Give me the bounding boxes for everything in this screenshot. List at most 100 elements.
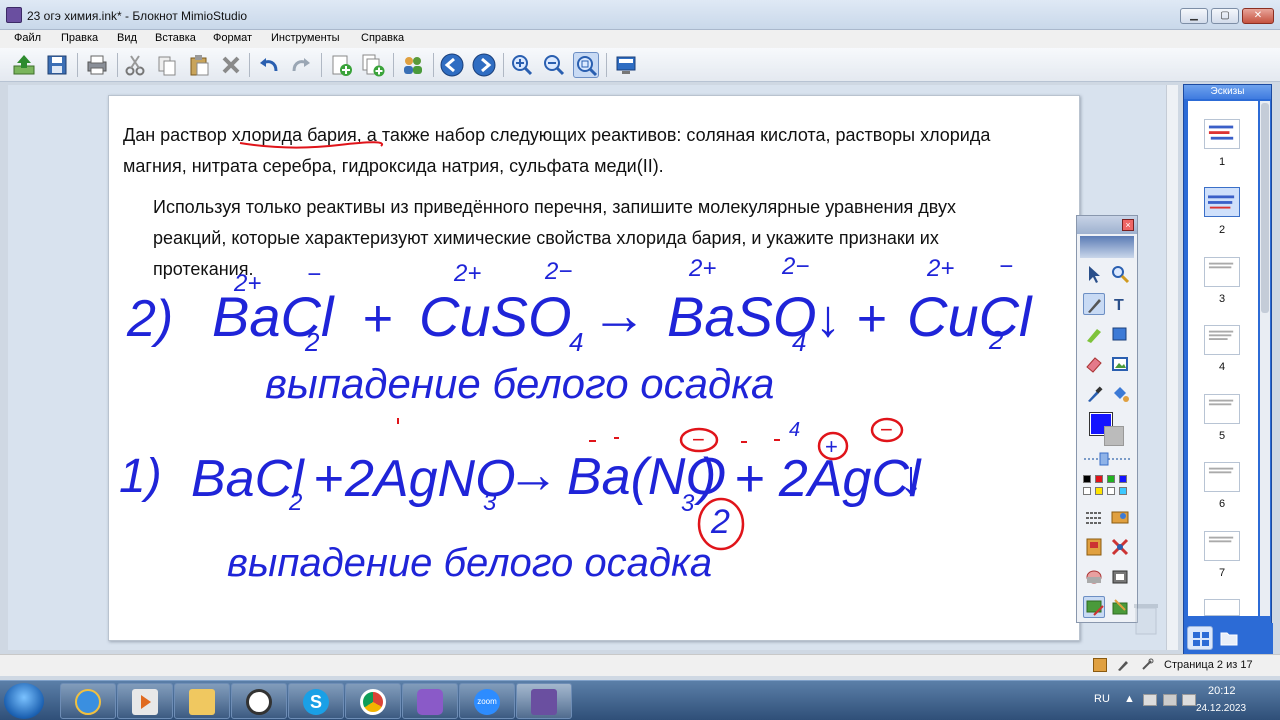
taskbar-skype[interactable]: S [288, 683, 344, 719]
thumbnails-scrollbar[interactable] [1260, 101, 1270, 616]
volume-icon[interactable] [1163, 694, 1177, 706]
taskbar-media[interactable] [117, 683, 173, 719]
mimio-icon [417, 689, 443, 715]
prev-page-icon[interactable] [439, 52, 465, 78]
menu-tools[interactable]: Инструменты [271, 32, 340, 44]
color-red[interactable] [1095, 475, 1103, 483]
next-page-icon[interactable] [471, 52, 497, 78]
capture-icon[interactable] [1109, 596, 1131, 618]
delete-icon[interactable] [218, 52, 244, 78]
clock-time[interactable]: 20:12 [1208, 685, 1236, 697]
record-icon[interactable] [1093, 658, 1107, 672]
close-button[interactable]: ✕ [1242, 8, 1274, 24]
clock-date[interactable]: 24.12.2023 [1196, 703, 1246, 714]
chrome-icon [360, 689, 386, 715]
zoom-out-icon[interactable] [541, 52, 567, 78]
flag-icon[interactable] [1182, 694, 1196, 706]
thumbnail-page[interactable] [1204, 394, 1240, 424]
thumbnail-page-selected[interactable] [1204, 187, 1240, 217]
color-yellow[interactable] [1095, 487, 1103, 495]
tool-palette: × T [1076, 215, 1138, 623]
settings-status-icon[interactable] [1140, 658, 1154, 672]
thumbnail-page[interactable] [1204, 325, 1240, 355]
taskbar-zoom[interactable]: zoom [459, 683, 515, 719]
thumbnails-view-icon[interactable] [1187, 626, 1213, 650]
color-blue[interactable] [1119, 475, 1127, 483]
new-page-icon[interactable] [328, 52, 354, 78]
eq2-arrow: → [591, 283, 647, 346]
zoom-in-icon[interactable] [509, 52, 535, 78]
paste-icon[interactable] [186, 52, 212, 78]
thumbnail-page[interactable] [1204, 257, 1240, 287]
color-white[interactable] [1083, 487, 1091, 495]
pen-status-icon[interactable] [1116, 658, 1130, 672]
eq1-agno-sub: 3 [483, 489, 497, 516]
workspace-scrollbar[interactable] [1166, 85, 1178, 650]
desktop-annotate-icon[interactable] [1083, 596, 1105, 618]
language-indicator[interactable]: RU [1094, 693, 1110, 705]
taskbar-notebook[interactable] [516, 683, 572, 719]
thumbnails-header: Эскизы [1184, 85, 1271, 99]
color-none[interactable] [1107, 487, 1115, 495]
cut-icon[interactable] [122, 52, 148, 78]
thumbnail-page[interactable] [1204, 531, 1240, 561]
zoom-tool-icon[interactable] [1109, 263, 1131, 285]
folder-icon[interactable] [1216, 626, 1242, 650]
reveal-icon[interactable] [1083, 566, 1105, 588]
fill-tool-icon[interactable] [1109, 383, 1131, 405]
pen-tool-icon[interactable] [1083, 293, 1105, 315]
duplicate-page-icon[interactable] [360, 52, 386, 78]
network-icon[interactable] [1143, 694, 1157, 706]
line-style-icon[interactable] [1083, 506, 1105, 528]
menu-format[interactable]: Формат [213, 32, 252, 44]
menu-insert[interactable]: Вставка [155, 32, 196, 44]
save-icon[interactable] [44, 52, 70, 78]
color-black[interactable] [1083, 475, 1091, 483]
redo-icon[interactable] [288, 52, 314, 78]
thickness-slider[interactable] [1082, 452, 1132, 466]
screen-icon[interactable] [613, 52, 639, 78]
taskbar-app-c[interactable] [231, 683, 287, 719]
undo-icon[interactable] [256, 52, 282, 78]
taskbar-chrome[interactable] [345, 683, 401, 719]
recorder-icon[interactable] [1083, 536, 1105, 558]
taskbar-ie[interactable] [60, 683, 116, 719]
fill-color-swatch[interactable] [1104, 426, 1124, 446]
thumbnail-number: 4 [1218, 361, 1226, 373]
palette-header[interactable]: × [1077, 216, 1137, 234]
import-icon[interactable] [11, 52, 37, 78]
thumbnail-page[interactable] [1204, 119, 1240, 149]
thumbnail-page[interactable] [1204, 599, 1240, 616]
shape-tool-icon[interactable] [1109, 323, 1131, 345]
eyedropper-tool-icon[interactable] [1083, 383, 1105, 405]
zoom-fit-icon[interactable] [573, 52, 599, 78]
notebook-page[interactable]: Дан раствор хлорида бария, а также набор… [108, 95, 1080, 641]
color-cyan[interactable] [1119, 487, 1127, 495]
highlighter-tool-icon[interactable] [1083, 323, 1105, 345]
select-tool-icon[interactable] [1083, 263, 1105, 285]
spotlight-icon[interactable] [1109, 566, 1131, 588]
menu-view[interactable]: Вид [117, 32, 137, 44]
image-tool-icon[interactable] [1109, 353, 1131, 375]
tools-icon[interactable] [1109, 536, 1131, 558]
text-tool-icon[interactable]: T [1109, 293, 1131, 315]
eq2-cuso-sub: 4 [569, 327, 583, 357]
tray-arrow-icon[interactable]: ▲ [1124, 693, 1135, 705]
taskbar-mimio[interactable] [402, 683, 458, 719]
thumbnail-page[interactable] [1204, 462, 1240, 492]
print-icon[interactable] [84, 52, 110, 78]
taskbar-explorer[interactable] [174, 683, 230, 719]
eraser-tool-icon[interactable] [1083, 353, 1105, 375]
menu-file[interactable]: Файл [14, 32, 41, 44]
equation-1: 1) BaCl 2 + 2AgNO 3 → Ba(NO 3 ) + 2AgCl … [119, 419, 923, 585]
minimize-button[interactable]: ▁ [1180, 8, 1208, 24]
gallery-icon[interactable] [1109, 506, 1131, 528]
menu-edit[interactable]: Правка [61, 32, 98, 44]
maximize-button[interactable]: ▢ [1211, 8, 1239, 24]
start-button[interactable] [4, 683, 44, 719]
color-green[interactable] [1107, 475, 1115, 483]
people-icon[interactable] [400, 52, 426, 78]
menu-help[interactable]: Справка [361, 32, 404, 44]
palette-close-button[interactable]: × [1122, 219, 1134, 231]
copy-icon[interactable] [154, 52, 180, 78]
